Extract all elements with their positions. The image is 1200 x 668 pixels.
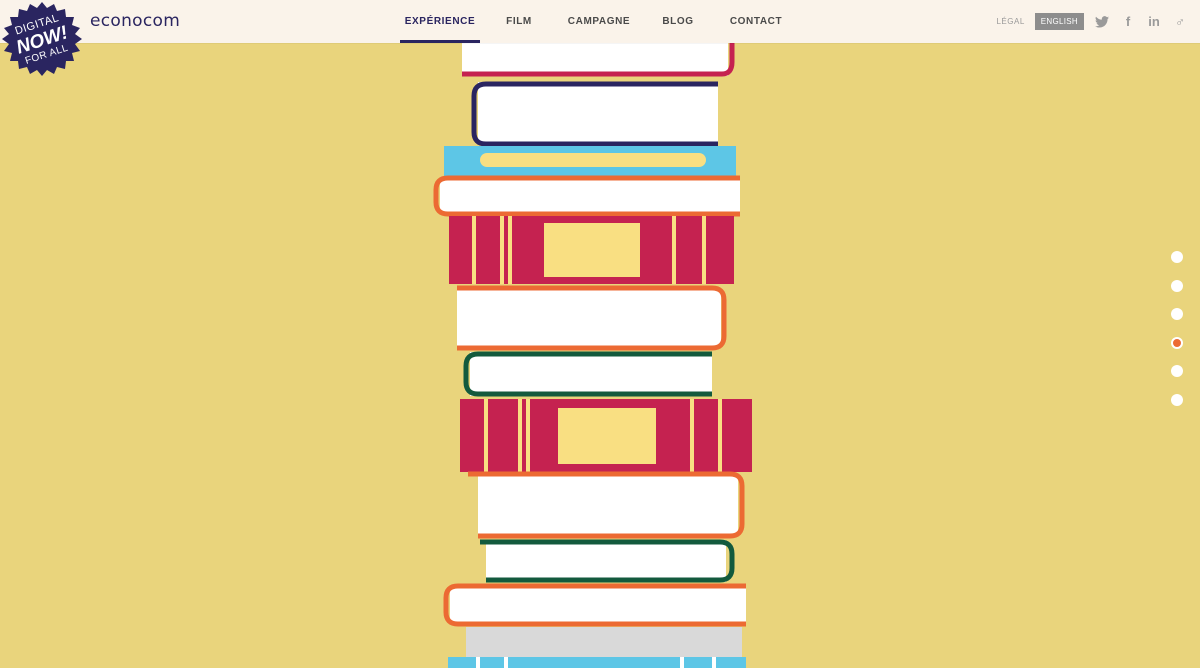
top-navigation-bar: econocom EXPÉRIENCE FILM CAMPAGNE BLOG C… (0, 0, 1200, 43)
book-stack-illustration (433, 30, 752, 668)
language-switch-button[interactable]: ENGLISH (1034, 13, 1084, 30)
twitter-icon[interactable] (1094, 14, 1110, 30)
pager-dot[interactable] (1171, 251, 1183, 263)
book-9 (468, 471, 745, 539)
facebook-icon[interactable]: f (1120, 14, 1136, 30)
digital-now-badge[interactable]: DIGITAL NOW! FOR ALL (0, 0, 84, 80)
section-pager (1171, 251, 1187, 422)
nav-item-campagne[interactable]: CAMPAGNE (558, 0, 640, 43)
book-2 (471, 81, 718, 147)
male-symbol-icon[interactable]: ♂ (1172, 14, 1188, 30)
book-11 (443, 583, 746, 627)
nav-item-film[interactable]: FILM (480, 0, 558, 43)
linkedin-icon[interactable]: in (1146, 14, 1162, 30)
book-10 (480, 539, 735, 583)
hero-stage: econocom EXPÉRIENCE FILM CAMPAGNE BLOG C… (0, 0, 1200, 668)
book-6 (457, 285, 727, 351)
pager-dot[interactable] (1171, 365, 1183, 377)
nav-item-contact[interactable]: CONTACT (716, 0, 796, 43)
book-4 (433, 175, 740, 217)
brand-logo-text[interactable]: econocom (90, 11, 180, 31)
book-13 (448, 657, 746, 668)
book-8 (460, 399, 752, 472)
pager-dot[interactable] (1171, 308, 1183, 320)
book-7 (463, 351, 712, 397)
pager-dot[interactable] (1171, 279, 1183, 292)
legal-link[interactable]: LÉGAL (996, 17, 1024, 26)
main-nav: EXPÉRIENCE FILM CAMPAGNE BLOG CONTACT (400, 0, 796, 43)
utility-links: LÉGAL ENGLISH f in ♂ (996, 0, 1188, 43)
pager-dot-active[interactable] (1171, 336, 1183, 349)
book-12 (466, 627, 742, 657)
book-3 (444, 146, 736, 178)
nav-item-blog[interactable]: BLOG (640, 0, 716, 43)
book-5 (449, 216, 734, 284)
pager-dot[interactable] (1171, 393, 1183, 406)
nav-item-experience[interactable]: EXPÉRIENCE (400, 0, 480, 43)
